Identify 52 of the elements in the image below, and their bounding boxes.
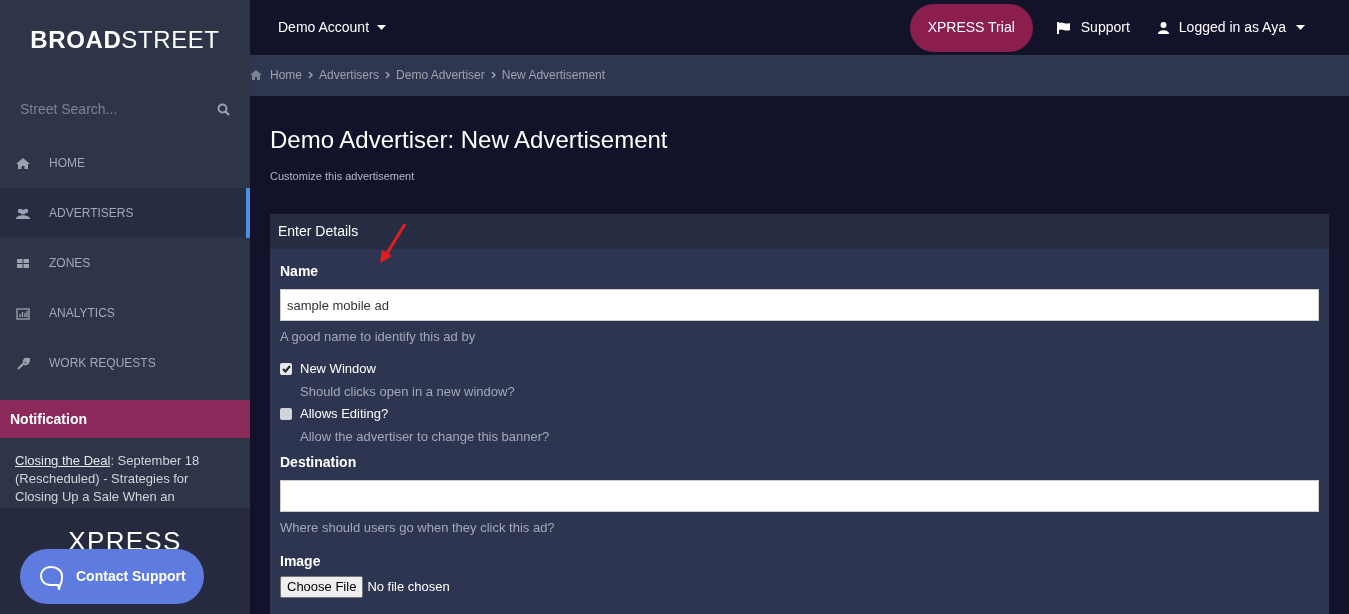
panel-header: Enter Details [270, 214, 1329, 249]
checkbox[interactable] [280, 408, 292, 420]
annotation-arrow [378, 221, 408, 264]
account-dropdown[interactable]: Demo Account [278, 17, 387, 39]
checkbox-label: Allows Editing? [300, 405, 389, 424]
chat-bubble-icon [38, 563, 64, 590]
wrench-icon [16, 356, 30, 370]
logo[interactable]: BROADSTREET [30, 22, 220, 58]
sidebar-item[interactable]: ANALYTICS [0, 288, 250, 338]
chart-icon [16, 306, 30, 320]
sidebar-item[interactable]: ADVERTISERS [0, 188, 250, 238]
breadcrumb-link[interactable]: Advertisers [319, 66, 380, 85]
user-menu[interactable]: Logged in as Aya [1153, 17, 1309, 39]
home-icon [16, 156, 30, 170]
page-title: Demo Advertiser: New Advertisement [270, 124, 669, 155]
sidebar-item[interactable]: ZONES [0, 238, 250, 288]
xpress-trial-button[interactable]: XPRESS Trial [909, 3, 1033, 52]
caret-icon [1296, 24, 1305, 31]
users-icon [16, 206, 30, 220]
flag-icon [1056, 21, 1071, 34]
field-label: Destination [280, 452, 358, 472]
caret-icon [377, 24, 387, 31]
support-link[interactable]: Support [1052, 17, 1134, 39]
breadcrumb-link[interactable]: Home [270, 66, 302, 85]
search-field[interactable]: Street Search... [20, 98, 190, 120]
breadcrumb-link[interactable]: Demo Advertiser [396, 66, 485, 85]
help-text: A good name to identify this ad by [280, 328, 477, 346]
file-status: No file chosen [367, 578, 450, 597]
sidebar-item[interactable]: HOME [0, 138, 250, 188]
grid-icon [16, 256, 30, 270]
user-icon [1157, 21, 1169, 34]
notification-text: Closing the Deal: September 18 (Rescheduled) - Strategies for Closing Up a Sale When an [15, 452, 201, 506]
page-subtitle: Customize this advertisement [270, 168, 416, 184]
choose-file-button[interactable]: Choose File [280, 576, 364, 598]
checkbox[interactable] [280, 362, 292, 375]
help-text: Allow the advertiser to change this banner? [299, 428, 551, 446]
help-text: Should clicks open in a new window? [299, 382, 516, 401]
field-label: Name [280, 262, 320, 281]
breadcrumb-current[interactable]: New Advertisement [501, 66, 606, 85]
sidebar-item[interactable]: WORK REQUESTS [0, 338, 250, 388]
text-field[interactable] [280, 479, 1319, 512]
home-icon [250, 70, 262, 81]
help-text: Where should users go when they click this ad? [280, 518, 556, 537]
chevron-icon [308, 71, 313, 80]
search-icon[interactable] [217, 102, 230, 116]
contact-support-button[interactable]: Contact Support [20, 549, 204, 604]
checkbox-label: New Window [300, 359, 376, 378]
chevron-icon [385, 71, 391, 80]
field-label: Image [280, 552, 322, 571]
text-field[interactable]: sample mobile ad [280, 289, 1319, 321]
notification-header: Notification [0, 400, 250, 438]
chevron-icon [490, 71, 496, 80]
